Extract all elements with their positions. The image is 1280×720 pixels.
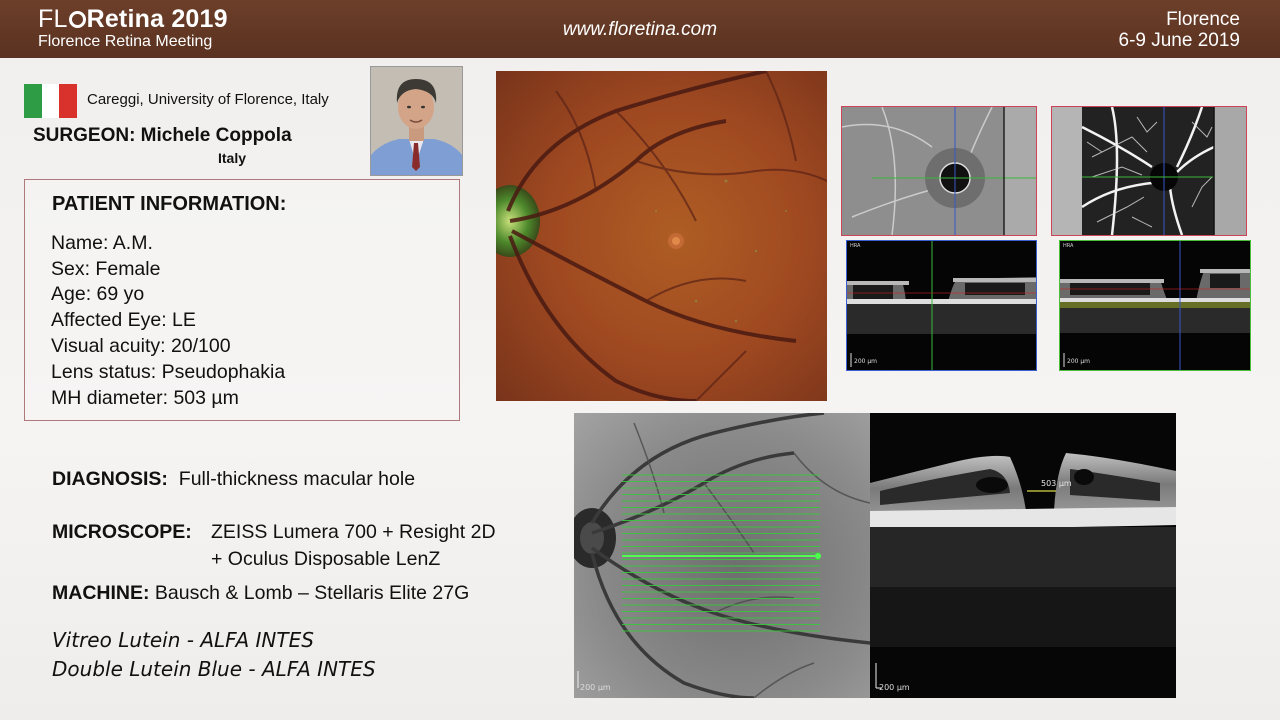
italy-flag-icon xyxy=(24,84,78,118)
dye-2: Double Lutein Blue - ALFA INTES xyxy=(52,657,376,681)
diagnosis: DIAGNOSIS: Full-thickness macular hole xyxy=(52,468,415,491)
oct-bscan-2-image: HRA 200 µm xyxy=(1059,240,1251,371)
infrared-fundus-image: 200 µm xyxy=(574,413,870,698)
dye-1: Vitreo Lutein - ALFA INTES xyxy=(52,628,314,652)
oct-bscan-1-image: HRA 200 µm xyxy=(846,240,1037,371)
machine: MACHINE: Bausch & Lomb – Stellaris Elite… xyxy=(52,582,469,605)
patient-mh-diameter: MH diameter: 503 µm xyxy=(51,387,239,409)
bscan-1-header: HRA xyxy=(850,243,861,249)
patient-age: Age: 69 yo xyxy=(51,283,145,305)
mh-diameter-label: 503 µm xyxy=(1041,479,1072,488)
diagnosis-value: Full-thickness macular hole xyxy=(178,468,416,490)
patient-affected-eye: Affected Eye: LE xyxy=(51,309,196,331)
bscan-2-scale: 200 µm xyxy=(1067,358,1091,365)
surgeon-country: Italy xyxy=(218,150,247,166)
patient-name: Name: A.M. xyxy=(51,232,153,254)
machine-label: MACHINE: xyxy=(52,582,150,604)
microscope-value: ZEISS Lumera 700 + Resight 2D xyxy=(211,521,496,543)
website-link[interactable]: www.floretina.com xyxy=(0,19,1280,41)
institution: Careggi, University of Florence, Italy xyxy=(87,91,329,108)
oct-bscan-main-image: 503 µm 200 µm xyxy=(870,413,1176,698)
octa-full-image xyxy=(1051,106,1247,236)
event-dates: 6-9 June 2019 xyxy=(1118,30,1241,51)
conference-header: FLORetina 2019 Florence Retina Meeting w… xyxy=(0,0,1280,58)
bscan-1-scale: 200 µm xyxy=(854,358,878,365)
surgeon-name: SURGEON: Michele Coppola xyxy=(33,125,292,146)
patient-sex: Sex: Female xyxy=(51,258,161,280)
microscope-value-2: + Oculus Disposable LenZ xyxy=(211,548,441,570)
diagnosis-label: DIAGNOSIS: xyxy=(52,468,168,490)
event-city: Florence xyxy=(1166,9,1240,30)
patient-visual-acuity: Visual acuity: 20/100 xyxy=(51,335,231,357)
ir-scale-label: 200 µm xyxy=(580,683,611,692)
oct-scale-label: 200 µm xyxy=(879,683,910,692)
microscope-label: MICROSCOPE: xyxy=(52,521,192,543)
patient-lens-status: Lens status: Pseudophakia xyxy=(51,361,286,383)
bscan-2-header: HRA xyxy=(1063,243,1074,249)
octa-superficial-image xyxy=(841,106,1037,236)
patient-info-title: PATIENT INFORMATION: xyxy=(52,193,287,215)
machine-value: Bausch & Lomb – Stellaris Elite 27G xyxy=(154,582,470,604)
surgeon-photo xyxy=(370,66,463,176)
color-fundus-image xyxy=(496,71,827,401)
